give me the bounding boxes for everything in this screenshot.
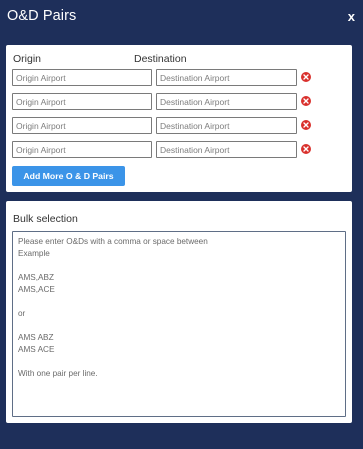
- destination-airport-input[interactable]: [156, 117, 297, 134]
- origin-airport-input[interactable]: [12, 141, 152, 158]
- add-more-pairs-button[interactable]: Add More O & D Pairs: [12, 166, 125, 186]
- destination-airport-input[interactable]: [156, 141, 297, 158]
- remove-circle-icon[interactable]: [301, 144, 311, 154]
- close-icon[interactable]: x: [348, 10, 355, 24]
- destination-airport-input[interactable]: [156, 69, 297, 86]
- pair-row: [12, 69, 342, 86]
- pair-row: [12, 117, 342, 134]
- origin-column-header: Origin: [13, 53, 42, 65]
- dialog-header: O&D Pairs x: [0, 0, 363, 36]
- origin-airport-input[interactable]: [12, 117, 152, 134]
- remove-circle-icon[interactable]: [301, 120, 311, 130]
- remove-circle-icon[interactable]: [301, 96, 311, 106]
- destination-column-header: Destination: [134, 53, 187, 65]
- pair-row: [12, 93, 342, 110]
- bulk-selection-textarea[interactable]: [12, 231, 346, 417]
- dialog-title: O&D Pairs: [7, 8, 77, 24]
- origin-airport-input[interactable]: [12, 93, 152, 110]
- bulk-selection-panel: Bulk selection: [6, 201, 352, 423]
- bulk-selection-label: Bulk selection: [13, 213, 78, 225]
- origin-airport-input[interactable]: [12, 69, 152, 86]
- destination-airport-input[interactable]: [156, 93, 297, 110]
- pair-row: [12, 141, 342, 158]
- remove-circle-icon[interactable]: [301, 72, 311, 82]
- od-pairs-panel: Origin Destination Add More O & D Pairs: [6, 45, 352, 192]
